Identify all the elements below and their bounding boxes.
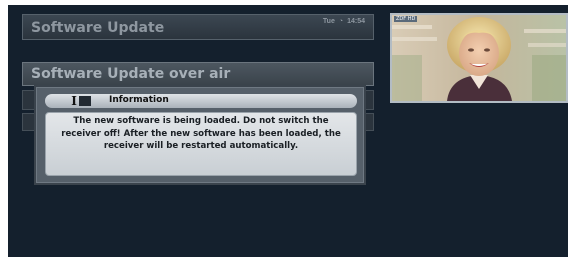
- title-bar: Software Update Tue ◔ 14:54: [22, 14, 374, 40]
- dialog-title: Information: [109, 95, 169, 105]
- tv-preview-window: ZDF HD: [390, 13, 568, 103]
- info-icon: I: [67, 94, 91, 108]
- preview-image: [392, 15, 566, 101]
- tv-screen: Software Update Tue ◔ 14:54 Software Upd…: [8, 5, 568, 257]
- dialog-header: I Information: [45, 94, 357, 108]
- menu-item-label: Software Update over air: [31, 66, 231, 82]
- clock-time: 14:54: [347, 18, 365, 25]
- clock-icon: ◔: [338, 18, 344, 25]
- information-dialog: I Information The new software is being …: [36, 87, 364, 183]
- channel-label: ZDF HD: [394, 16, 418, 22]
- page-title: Software Update: [31, 20, 165, 36]
- dialog-message: The new software is being loaded. Do not…: [45, 112, 357, 176]
- clock: Tue ◔ 14:54: [323, 18, 365, 25]
- clock-day: Tue: [322, 18, 335, 25]
- menu-item-software-update-over-air[interactable]: Software Update over air: [22, 62, 374, 86]
